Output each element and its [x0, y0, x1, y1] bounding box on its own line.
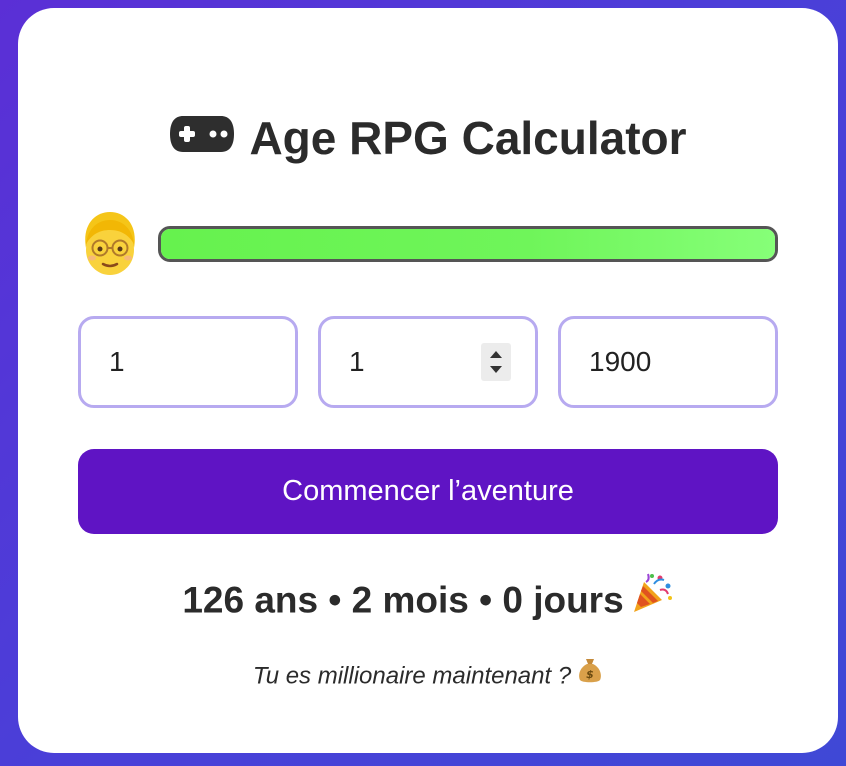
svg-text:$: $ [586, 668, 594, 681]
money-bag-icon: $ [577, 656, 603, 694]
start-adventure-button[interactable]: Commencer l’aventure [78, 449, 778, 534]
number-spinner[interactable] [481, 343, 511, 381]
tagline: Tu es millionaire maintenant ? $ [18, 658, 838, 696]
age-result-text: 126 ans • 2 mois • 0 jours [182, 579, 624, 621]
calculator-card: Age RPG Calculator 1 1 1900 Commencer l’… [18, 8, 838, 753]
day-input[interactable]: 1 [78, 316, 298, 408]
old-person-avatar-icon [78, 208, 142, 278]
year-input-value: 1900 [589, 346, 652, 377]
birthdate-inputs: 1 1 1900 [78, 316, 778, 408]
age-result: 126 ans • 2 mois • 0 jours [18, 573, 838, 631]
page-title: Age RPG Calculator [18, 108, 838, 172]
gamepad-icon [169, 108, 235, 168]
year-input[interactable]: 1900 [558, 316, 778, 408]
health-progress-bar [158, 226, 778, 262]
health-progress-fill [161, 229, 775, 259]
day-input-value: 1 [109, 346, 125, 377]
month-input[interactable]: 1 [318, 316, 538, 408]
spin-down-icon[interactable] [481, 361, 511, 379]
party-popper-icon [630, 570, 674, 627]
month-input-value: 1 [349, 346, 365, 377]
player-status [78, 208, 778, 280]
tagline-text: Tu es millionaire maintenant ? [252, 662, 572, 690]
title-text: Age RPG Calculator [249, 112, 687, 164]
